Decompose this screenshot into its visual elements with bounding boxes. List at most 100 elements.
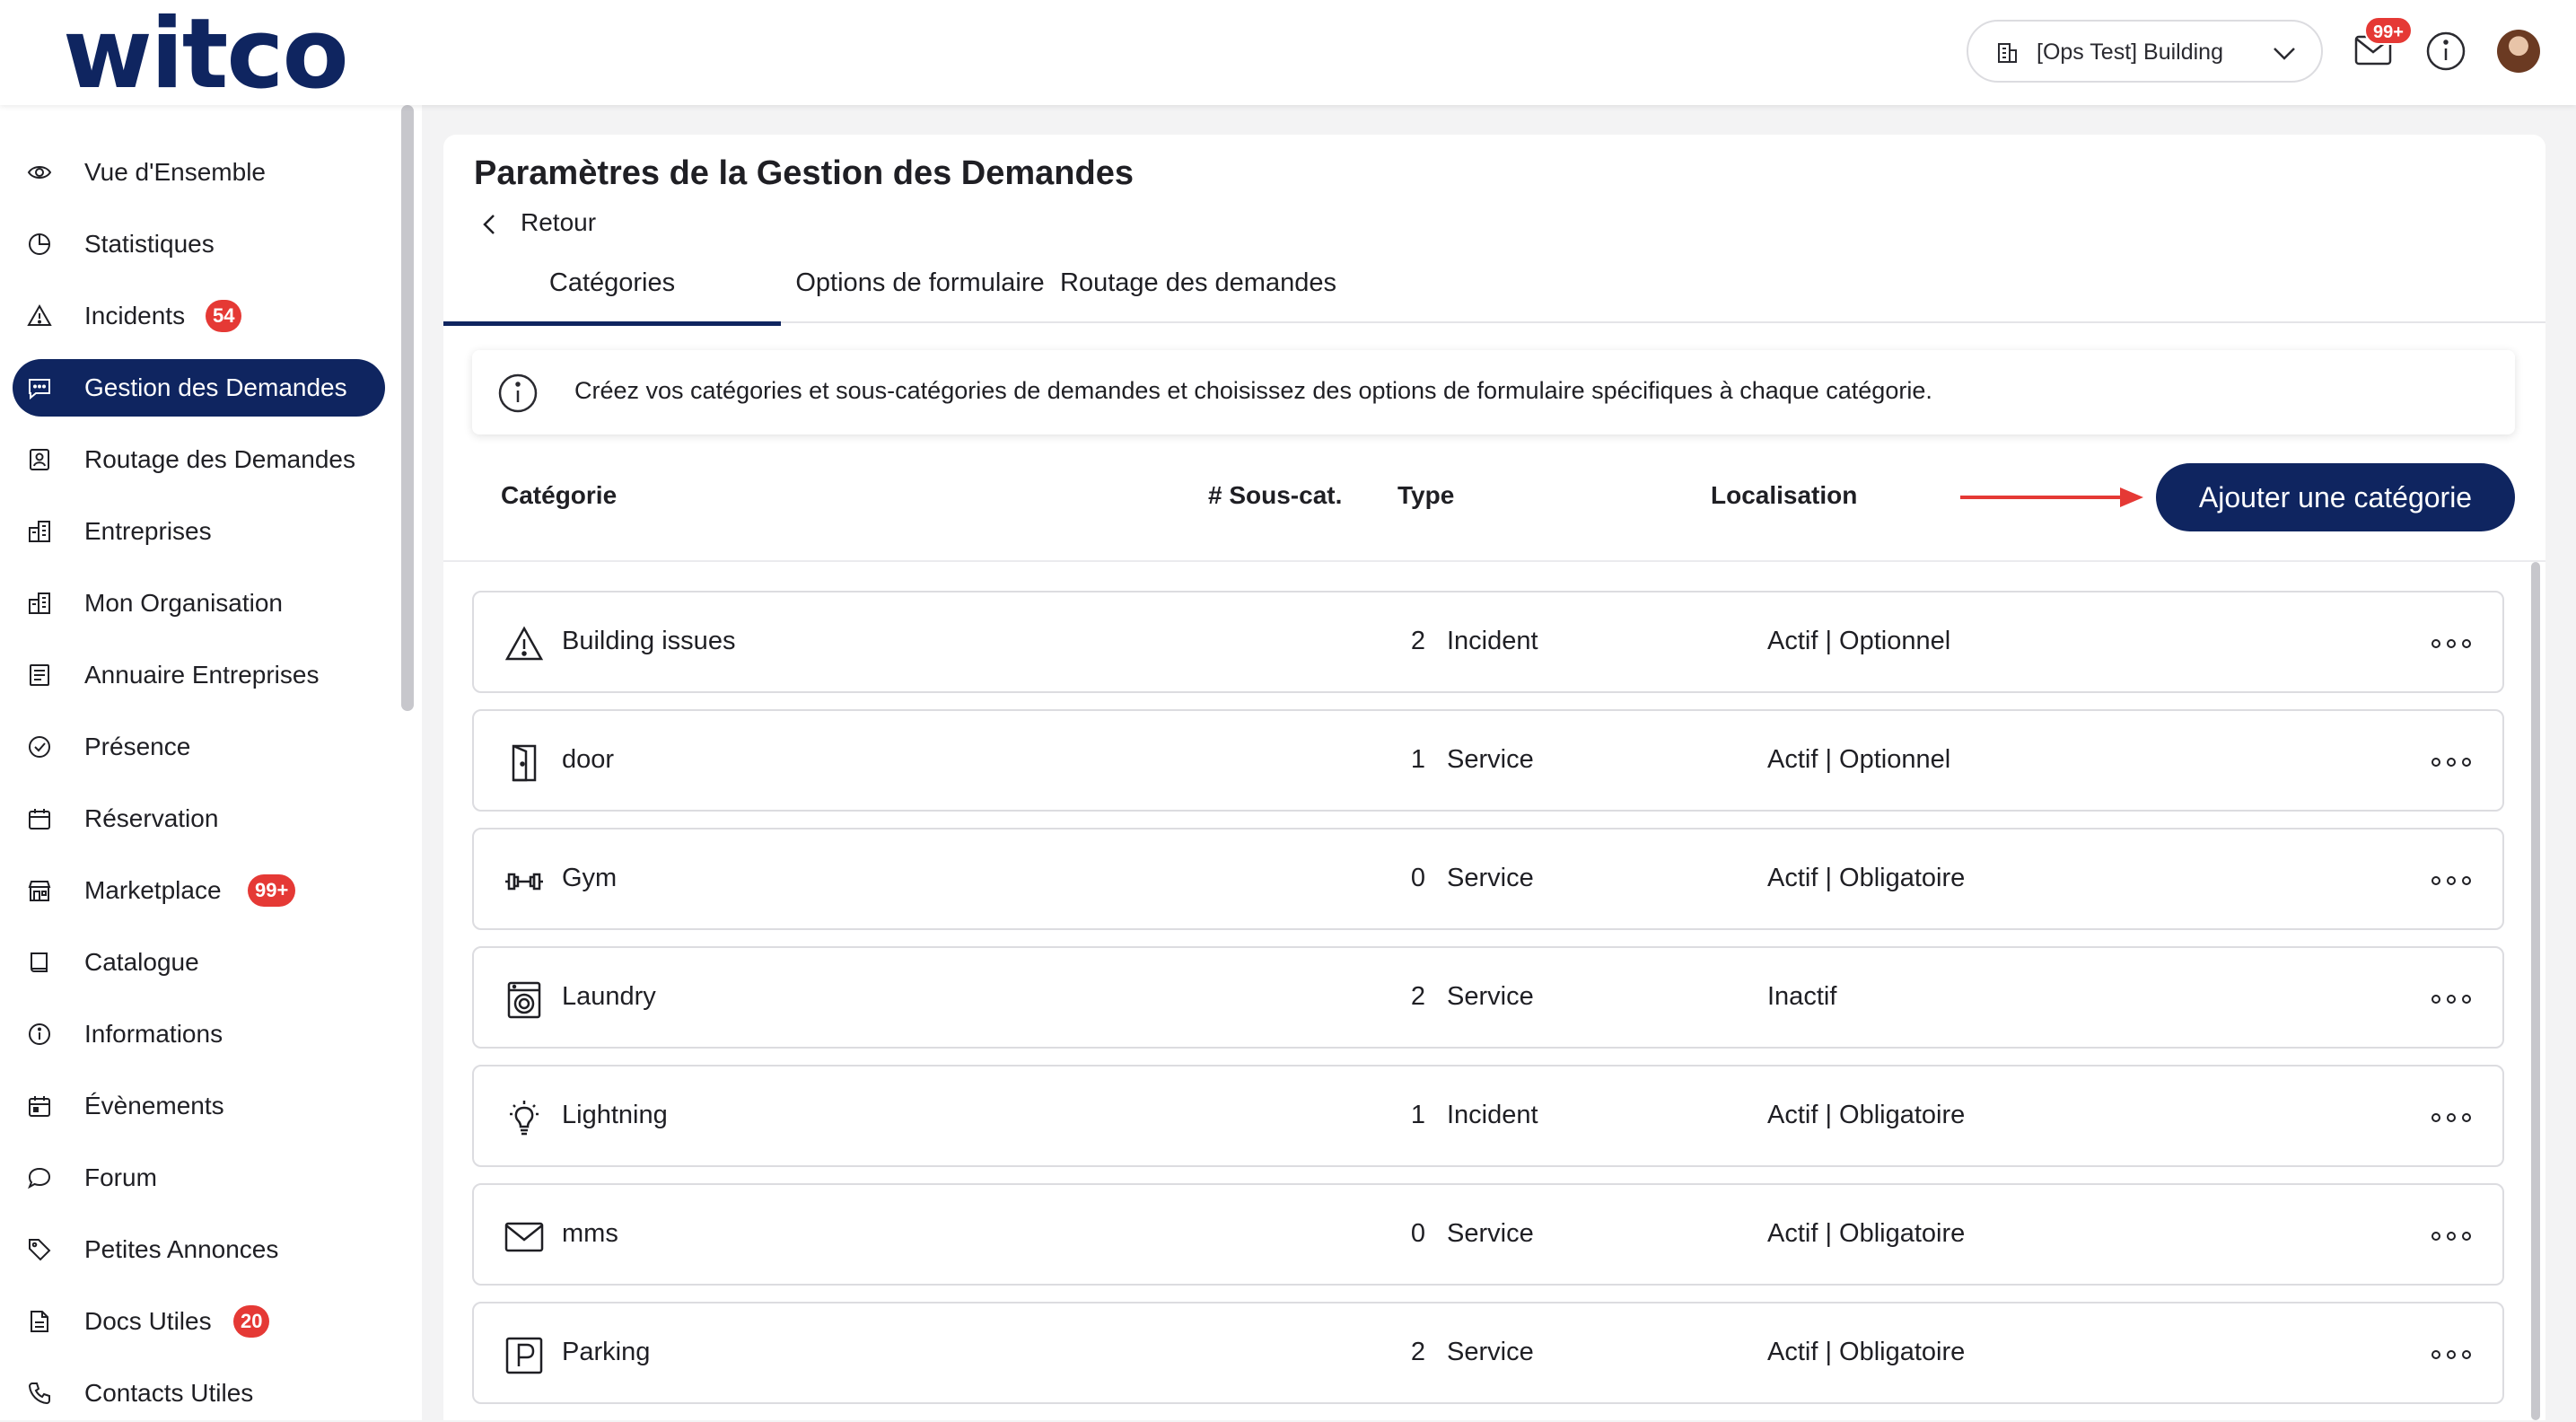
subcategory-count: 0 bbox=[1410, 1219, 1425, 1248]
column-header-subcats: # Sous-cat. bbox=[1208, 481, 1343, 509]
calendar-event-icon bbox=[27, 1093, 52, 1119]
sidebar-item-entreprises[interactable]: Entreprises bbox=[13, 503, 385, 560]
category-row[interactable]: Parking 2 Service Actif | Obligatoire bbox=[472, 1302, 2504, 1404]
add-category-button[interactable]: Ajouter une catégorie bbox=[2156, 463, 2515, 531]
subcategory-count: 2 bbox=[1410, 982, 1425, 1011]
list-scrollbar[interactable] bbox=[2531, 562, 2540, 1420]
category-type: Service bbox=[1447, 745, 1534, 774]
sidebar-item-marketplace[interactable]: Marketplace 99+ bbox=[13, 862, 385, 919]
subcategory-count: 2 bbox=[1410, 1338, 1425, 1366]
lightbulb-icon bbox=[504, 1099, 544, 1138]
sidebar-item-petites-annonces[interactable]: Petites Annonces bbox=[13, 1221, 385, 1278]
category-row[interactable]: Building issues 2 Incident Actif | Optio… bbox=[472, 591, 2504, 693]
sidebar-item-vue-ensemble[interactable]: Vue d'Ensemble bbox=[13, 144, 385, 201]
tab-categories[interactable]: Catégories bbox=[443, 251, 781, 326]
divider bbox=[443, 560, 2545, 562]
sidebar-item-label: Statistiques bbox=[84, 230, 215, 258]
top-header: witco [Ops Test] Building 99+ bbox=[0, 0, 2576, 105]
sidebar-item-label: Informations bbox=[84, 1020, 223, 1048]
sidebar-item-incidents[interactable]: Incidents 54 bbox=[13, 287, 385, 345]
tab-options-formulaire[interactable]: Options de formulaire bbox=[781, 251, 1059, 321]
building-selector[interactable]: [Ops Test] Building bbox=[1967, 20, 2323, 83]
category-row[interactable]: Gym 0 Service Actif | Obligatoire bbox=[472, 828, 2504, 930]
sidebar-item-label: Marketplace bbox=[84, 876, 222, 904]
eye-icon bbox=[27, 160, 52, 185]
back-label: Retour bbox=[521, 208, 597, 236]
help-info-icon[interactable] bbox=[2425, 31, 2466, 72]
sidebar-item-label: Contacts Utiles bbox=[84, 1379, 254, 1407]
user-avatar[interactable] bbox=[2497, 30, 2540, 73]
sidebar-item-statistiques[interactable]: Statistiques bbox=[13, 215, 385, 273]
building-icon bbox=[1995, 41, 2019, 65]
sidebar-item-reservation[interactable]: Réservation bbox=[13, 790, 385, 847]
sidebar-item-label: Routage des Demandes bbox=[84, 445, 355, 473]
sidebar-item-presence[interactable]: Présence bbox=[13, 718, 385, 776]
check-circle-icon bbox=[27, 734, 52, 759]
category-row[interactable]: mms 0 Service Actif | Obligatoire bbox=[472, 1183, 2504, 1286]
warning-icon bbox=[27, 303, 52, 329]
tab-bar: Catégories Options de formulaire Routage… bbox=[443, 251, 2545, 326]
page-title: Paramètres de la Gestion des Demandes bbox=[474, 154, 1134, 192]
subcategory-count: 1 bbox=[1410, 745, 1425, 774]
sidebar: Vue d'Ensemble Statistiques Incidents 54… bbox=[0, 105, 422, 1420]
sidebar-item-informations[interactable]: Informations bbox=[13, 1005, 385, 1063]
dumbbell-icon bbox=[504, 862, 544, 901]
sidebar-item-label: Mon Organisation bbox=[84, 589, 284, 617]
washing-machine-icon bbox=[504, 980, 544, 1020]
main-panel: Paramètres de la Gestion des Demandes Re… bbox=[443, 135, 2545, 1420]
category-location: Actif | Obligatoire bbox=[1767, 864, 1966, 892]
category-name: mms bbox=[562, 1219, 618, 1248]
sidebar-item-forum[interactable]: Forum bbox=[13, 1149, 385, 1207]
more-options-icon[interactable] bbox=[2429, 1221, 2474, 1251]
sidebar-item-docs-utiles[interactable]: Docs Utiles 20 bbox=[13, 1293, 385, 1350]
sidebar-item-routage-demandes[interactable]: Routage des Demandes bbox=[13, 431, 385, 488]
tab-routage-demandes[interactable]: Routage des demandes bbox=[1059, 251, 1337, 321]
door-icon bbox=[504, 743, 544, 783]
category-row[interactable]: Lightning 1 Incident Actif | Obligatoire bbox=[472, 1065, 2504, 1167]
sidebar-item-label: Présence bbox=[84, 733, 191, 760]
category-type: Incident bbox=[1447, 1101, 1538, 1129]
category-name: Laundry bbox=[562, 982, 656, 1011]
subcategory-count: 0 bbox=[1410, 864, 1425, 892]
sidebar-item-contacts-utiles[interactable]: Contacts Utiles bbox=[13, 1365, 385, 1422]
sidebar-item-mon-organisation[interactable]: Mon Organisation bbox=[13, 575, 385, 632]
category-row[interactable]: door 1 Service Actif | Optionnel bbox=[472, 709, 2504, 812]
buildings-icon bbox=[27, 591, 52, 616]
category-location: Actif | Obligatoire bbox=[1767, 1338, 1966, 1366]
category-row[interactable]: Laundry 2 Service Inactif bbox=[472, 946, 2504, 1049]
category-name: Building issues bbox=[562, 627, 736, 655]
sidebar-item-catalogue[interactable]: Catalogue bbox=[13, 934, 385, 991]
category-type: Service bbox=[1447, 1338, 1534, 1366]
category-name: Parking bbox=[562, 1338, 651, 1366]
witco-logo[interactable]: witco bbox=[63, 5, 349, 104]
category-location: Actif | Obligatoire bbox=[1767, 1219, 1966, 1248]
arrow-right-icon bbox=[1960, 484, 2143, 511]
sidebar-item-label: Évènements bbox=[84, 1092, 224, 1119]
more-options-icon[interactable] bbox=[2429, 628, 2474, 659]
store-icon bbox=[27, 878, 52, 903]
more-options-icon[interactable] bbox=[2429, 1339, 2474, 1370]
sidebar-item-label: Petites Annonces bbox=[84, 1235, 279, 1263]
speech-bubble-icon bbox=[27, 1165, 52, 1190]
category-name: door bbox=[562, 745, 615, 774]
sidebar-item-label: Catalogue bbox=[84, 948, 199, 976]
subcategory-count: 2 bbox=[1410, 627, 1425, 655]
docs-count-badge: 20 bbox=[233, 1305, 270, 1338]
info-banner-text: Créez vos catégories et sous-catégories … bbox=[574, 377, 1932, 404]
directory-icon bbox=[27, 663, 52, 688]
category-type: Service bbox=[1447, 982, 1534, 1011]
more-options-icon[interactable] bbox=[2429, 747, 2474, 777]
more-options-icon[interactable] bbox=[2429, 1102, 2474, 1133]
sidebar-scrollbar[interactable] bbox=[401, 105, 414, 711]
sidebar-item-evenements[interactable]: Évènements bbox=[13, 1077, 385, 1135]
sidebar-item-gestion-demandes[interactable]: Gestion des Demandes bbox=[13, 359, 385, 417]
sidebar-item-label: Incidents bbox=[84, 302, 186, 329]
parking-icon bbox=[504, 1336, 544, 1375]
more-options-icon[interactable] bbox=[2429, 984, 2474, 1014]
calendar-icon bbox=[27, 806, 52, 831]
sidebar-item-label: Gestion des Demandes bbox=[84, 373, 347, 401]
warning-icon bbox=[504, 625, 544, 664]
more-options-icon[interactable] bbox=[2429, 865, 2474, 896]
building-selector-value: [Ops Test] Building bbox=[2037, 40, 2223, 65]
sidebar-item-annuaire-entreprises[interactable]: Annuaire Entreprises bbox=[13, 646, 385, 704]
